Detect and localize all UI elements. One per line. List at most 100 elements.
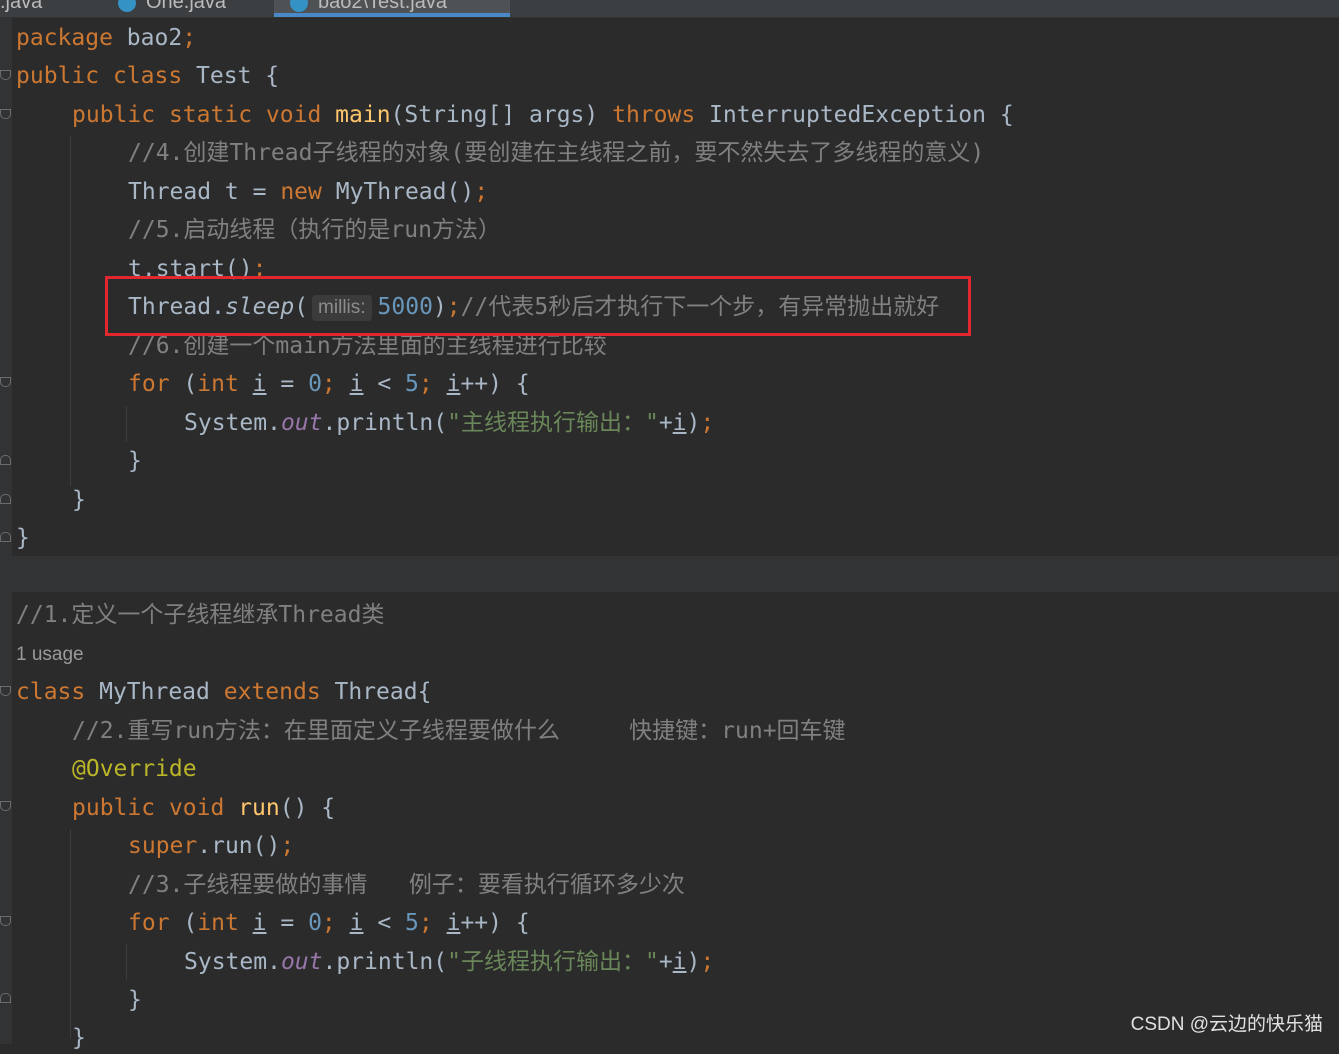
indent-guide	[70, 829, 71, 1039]
code-comment[interactable]: //2.重写run方法：在里面定义子线程要做什么 快捷键：run+回车键	[72, 715, 846, 747]
string-literal: "子线程执行输出："	[447, 949, 659, 975]
keyword: for	[128, 910, 170, 936]
keyword: static	[168, 102, 253, 128]
fold-toggle-icon[interactable]	[0, 494, 11, 504]
code-line[interactable]: public class Test {	[16, 60, 279, 92]
keyword: void	[168, 795, 225, 821]
code-line[interactable]: public void run() {	[72, 792, 335, 824]
fold-toggle-icon[interactable]	[0, 801, 11, 811]
code-line[interactable]: Thread t = new MyThread();	[128, 176, 488, 208]
java-class-icon	[118, 0, 136, 12]
closing-brace[interactable]: }	[72, 484, 86, 516]
code-line[interactable]: System.out.println("主线程执行输出："+i);	[184, 407, 714, 439]
keyword: throws	[612, 102, 696, 128]
usage-hint-link[interactable]: 1 usage	[16, 641, 84, 669]
code-line[interactable]: for (int i = 0; i < 5; i++) {	[128, 368, 530, 400]
tab-one-java[interactable]: One.java	[118, 0, 226, 17]
code-comment[interactable]: //1.定义一个子线程继承Thread类	[16, 599, 384, 631]
keyword: new	[280, 179, 322, 205]
code-comment[interactable]: //3.子线程要做的事情 例子：要看执行循环多少次	[128, 869, 685, 901]
keyword: package	[16, 25, 113, 51]
annotation[interactable]: @Override	[72, 753, 197, 785]
fold-toggle-icon[interactable]	[0, 455, 11, 465]
code-line[interactable]: package bao2;	[16, 22, 196, 54]
loop-variable: i	[672, 949, 687, 975]
tab-label: One.java	[146, 0, 227, 13]
code-comment[interactable]: //4.创建Thread子线程的对象(要创建在主线程之前，要不然失去了多线程的意…	[128, 137, 984, 169]
code-comment[interactable]: //5.启动线程（执行的是run方法）	[128, 214, 501, 246]
closing-brace[interactable]: }	[128, 984, 142, 1016]
token: System.	[184, 949, 281, 975]
tab-s-java[interactable]: s.java	[0, 0, 42, 17]
editor-tab-bar: s.java One.java bao2\Test.java	[0, 0, 1339, 18]
loop-variable: i	[446, 371, 461, 397]
string-literal: "主线程执行输出："	[447, 410, 659, 436]
fold-toggle-icon[interactable]	[0, 686, 11, 696]
code-line[interactable]: public static void main(String[] args) t…	[72, 99, 1014, 131]
indent-guide	[70, 136, 71, 486]
loop-variable: i	[446, 910, 461, 936]
class-name: MyThread	[85, 679, 224, 705]
closing-brace[interactable]: }	[128, 445, 142, 477]
keyword: void	[265, 102, 322, 128]
keyword: class	[112, 63, 183, 89]
number-literal: 0	[308, 371, 322, 397]
static-field: out	[280, 410, 323, 436]
semicolon: ;	[182, 25, 197, 51]
fold-toggle-icon[interactable]	[0, 532, 11, 542]
loop-variable: i	[349, 910, 364, 936]
token: =	[266, 371, 309, 397]
closing-brace[interactable]: }	[72, 1022, 86, 1054]
static-field: out	[280, 949, 323, 975]
token: ++) {	[460, 910, 530, 936]
tab-test-java[interactable]: bao2\Test.java	[274, 0, 510, 17]
code-line[interactable]: for (int i = 0; i < 5; i++) {	[128, 907, 530, 939]
loop-variable: i	[252, 371, 267, 397]
loop-variable: i	[349, 371, 364, 397]
semicolon: ;	[474, 179, 489, 205]
token: ++) {	[460, 371, 530, 397]
paren: )	[686, 949, 701, 975]
fold-toggle-icon[interactable]	[0, 70, 11, 80]
superclass: Thread{	[320, 679, 432, 705]
indent-guide	[126, 406, 127, 442]
method-call: .run()	[197, 833, 281, 859]
closing-brace[interactable]: }	[16, 522, 30, 554]
watermark: CSDN @云边的快乐猫	[1130, 1014, 1323, 1035]
code-line[interactable]: System.out.println("子线程执行输出："+i);	[184, 946, 714, 978]
semicolon: ;	[418, 910, 447, 936]
method-call: .println(	[322, 410, 448, 436]
statement: Thread t =	[128, 179, 281, 205]
keyword: public	[72, 102, 156, 128]
fold-toggle-icon[interactable]	[0, 109, 11, 119]
code-line[interactable]: super.run();	[128, 830, 294, 862]
java-class-icon	[290, 0, 308, 12]
token: <	[363, 371, 406, 397]
semicolon: ;	[700, 410, 715, 436]
keyword: int	[197, 371, 239, 397]
method-name: main	[335, 102, 391, 128]
keyword: public	[16, 63, 100, 89]
params: () {	[279, 795, 336, 821]
token: =	[266, 910, 309, 936]
loop-variable: i	[252, 910, 267, 936]
keyword: class	[16, 679, 86, 705]
code-line[interactable]: class MyThread extends Thread{	[16, 676, 431, 708]
tab-label: s.java	[0, 0, 43, 13]
params: (String[] args)	[390, 102, 613, 128]
keyword: int	[197, 910, 239, 936]
semicolon: ;	[321, 371, 350, 397]
token: <	[363, 910, 406, 936]
exception-type: InterruptedException {	[695, 102, 1014, 128]
declaration-separator	[12, 556, 1339, 592]
fold-toggle-icon[interactable]	[0, 993, 11, 1003]
active-tab-indicator	[274, 13, 510, 17]
keyword: for	[128, 371, 170, 397]
number-literal: 5	[405, 910, 419, 936]
operator: +	[658, 410, 673, 436]
semicolon: ;	[321, 910, 350, 936]
fold-toggle-icon[interactable]	[0, 377, 11, 387]
fold-toggle-icon[interactable]	[0, 916, 11, 926]
keyword: extends	[223, 679, 321, 705]
method-call: .println(	[322, 949, 448, 975]
